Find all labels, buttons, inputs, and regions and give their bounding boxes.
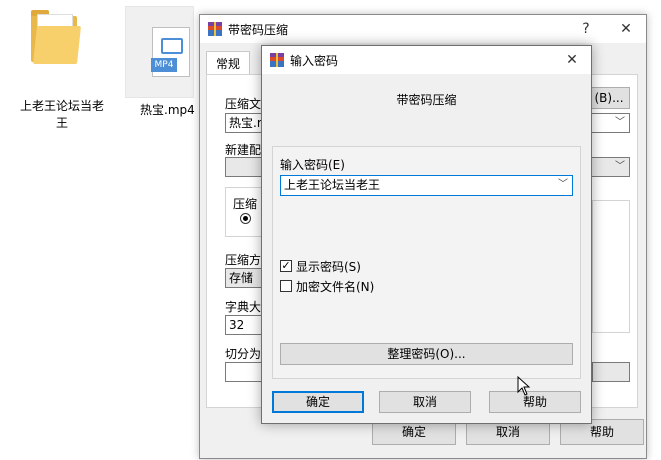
close-icon[interactable]: ✕ <box>560 50 584 70</box>
password-dialog-heading: 带密码压缩 <box>396 93 457 107</box>
winrar-icon <box>208 22 222 36</box>
encrypt-filenames-checkbox[interactable] <box>280 280 292 292</box>
split-label: 切分为 <box>225 347 262 361</box>
dictionary-combo[interactable]: 32 <box>225 315 265 335</box>
password-ok-button[interactable]: 确定 <box>272 391 364 413</box>
password-dialog: 输入密码 ✕ 带密码压缩 输入密码(E) 上老王论坛当老王 ﹀ ✓ 显示密码(S… <box>261 45 592 424</box>
tab-general[interactable]: 常规 <box>206 51 250 76</box>
password-input-label: 输入密码(E) <box>280 158 345 172</box>
options-group <box>592 200 630 333</box>
compress-dialog-title: 带密码压缩 <box>228 23 289 37</box>
password-help-button[interactable]: 帮助 <box>489 391 581 413</box>
right-field[interactable] <box>592 362 630 382</box>
chevron-down-icon: ﹀ <box>615 161 625 172</box>
folder-label: 上老王论坛当老 王 <box>19 99 104 130</box>
password-dialog-titlebar[interactable]: 输入密码 ✕ <box>262 46 591 74</box>
password-input[interactable]: 上老王论坛当老王 ﹀ <box>280 175 573 196</box>
video-camera-icon <box>161 38 183 54</box>
browse-button[interactable]: (B)... <box>588 87 630 109</box>
mouse-cursor-icon <box>517 376 531 396</box>
compress-dialog-titlebar[interactable]: 带密码压缩 ? ✕ <box>200 15 646 43</box>
password-dialog-title: 输入密码 <box>290 54 339 68</box>
password-cancel-button[interactable]: 取消 <box>379 391 471 413</box>
profile-label: 新建配 <box>225 143 262 157</box>
desktop-folder[interactable]: 上老王论坛当老 王 <box>16 8 108 138</box>
organize-passwords-button[interactable]: 整理密码(O)... <box>280 343 573 365</box>
file-type-badge: MP4 <box>151 58 177 72</box>
dictionary-label: 字典大 <box>225 300 262 314</box>
help-icon[interactable]: ? <box>574 19 598 39</box>
split-combo[interactable] <box>225 362 265 382</box>
show-password-label: 显示密码(S) <box>296 260 361 274</box>
folder-icon <box>31 10 81 66</box>
winrar-icon <box>270 53 284 67</box>
archive-name-label: 压缩文 <box>225 97 262 111</box>
method-combo[interactable]: 存储 <box>225 268 265 288</box>
encrypt-filenames-label: 加密文件名(N) <box>296 280 375 294</box>
show-password-checkbox[interactable]: ✓ <box>280 260 292 272</box>
close-icon[interactable]: ✕ <box>614 19 638 39</box>
format-radio[interactable] <box>240 213 251 224</box>
method-label: 压缩方 <box>225 253 262 267</box>
chevron-down-icon: ﹀ <box>558 179 568 190</box>
chevron-down-icon: ﹀ <box>615 117 625 128</box>
mp4-file-icon: MP4 <box>151 27 190 77</box>
format-label: 压缩 <box>233 197 258 211</box>
